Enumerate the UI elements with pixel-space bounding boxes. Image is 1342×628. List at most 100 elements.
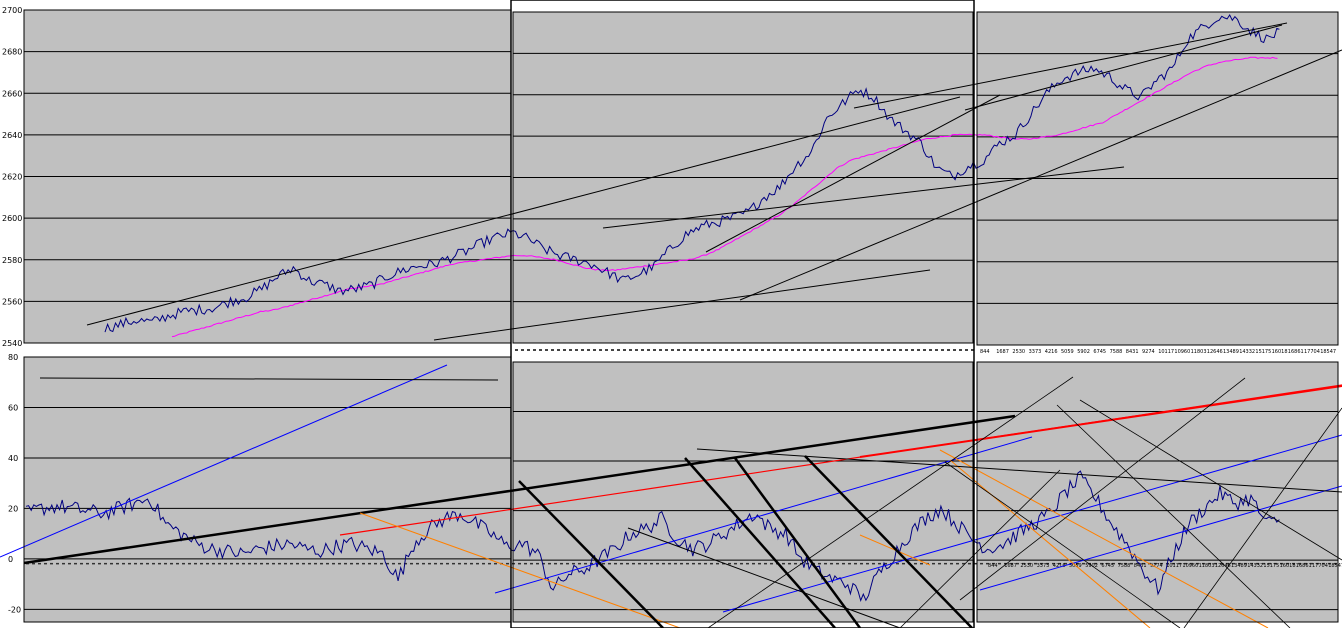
top-x-tick-mark [749, 349, 752, 351]
top-x-tick-mark [881, 349, 884, 351]
bottom-x-tick-mark [266, 562, 269, 565]
bottom-x-tick-mark [764, 562, 767, 565]
top-x-tick-label: 1687 [996, 349, 1009, 355]
bottom-x-tick-mark [92, 562, 95, 565]
top-y-tick-label: 2560 [2, 297, 22, 306]
top-x-tick-mark [743, 349, 746, 351]
top-x-tick-label: 17704 [1304, 349, 1320, 355]
bottom-x-tick-mark [356, 562, 359, 565]
bottom-x-tick-mark [200, 562, 203, 565]
bottom-x-tick-mark [818, 562, 821, 565]
top-x-tick-mark [533, 349, 536, 351]
bottom-x-tick-mark [794, 562, 797, 565]
bottom-x-tick-mark [56, 562, 59, 565]
bottom-x-tick-mark [260, 562, 263, 565]
bottom-x-tick-mark [122, 562, 125, 565]
bottom-x-tick-mark [896, 562, 899, 565]
bottom-x-tick-mark [686, 562, 689, 565]
bottom-chart-panel-3 [976, 361, 1339, 623]
bottom-x-tick-mark [176, 562, 179, 565]
top-x-tick-mark [719, 349, 722, 351]
top-x-tick-mark [959, 349, 962, 351]
top-x-tick-mark [623, 349, 626, 351]
bottom-x-tick-label: 7588 [1118, 563, 1131, 569]
bottom-x-tick-mark [80, 562, 83, 565]
top-x-tick-mark [917, 349, 920, 351]
bottom-x-tick-mark [236, 562, 239, 565]
bottom-x-tick-mark [692, 562, 695, 565]
bottom-x-tick-mark [488, 562, 491, 565]
bottom-x-tick-mark [860, 562, 863, 565]
top-x-tick-mark [551, 349, 554, 351]
top-x-tick-label: 3373 [1029, 349, 1042, 355]
bottom-x-tick-mark [560, 562, 563, 565]
top-x-tick-mark [815, 349, 818, 351]
bottom-x-tick-label: 16861 [1296, 563, 1312, 569]
bottom-x-tick-mark [698, 562, 701, 565]
top-x-tick-mark [863, 349, 866, 351]
top-x-tick-mark [707, 349, 710, 351]
top-x-tick-mark [611, 349, 614, 351]
top-x-tick-label: 6745 [1093, 349, 1106, 355]
bottom-x-tick-mark [206, 562, 209, 565]
top-y-tick-label: 2620 [2, 173, 22, 182]
bottom-x-tick-mark [476, 562, 479, 565]
bottom-x-tick-mark [254, 562, 257, 565]
bottom-x-tick-mark [494, 562, 497, 565]
top-x-tick-mark [869, 349, 872, 351]
bottom-x-tick-mark [188, 562, 191, 565]
top-x-tick-mark [923, 349, 926, 351]
bottom-x-tick-mark [482, 562, 485, 565]
bottom-x-tick-label: 10117 [1166, 563, 1182, 569]
top-x-tick-label: 16018 [1272, 349, 1288, 355]
bottom-x-tick-label: 13489 [1231, 563, 1247, 569]
bottom-x-tick-mark [446, 562, 449, 565]
bottom-x-tick-mark [374, 562, 377, 565]
top-x-tick-mark [545, 349, 548, 351]
top-x-tick-label: 7588 [1110, 349, 1123, 355]
bottom-x-tick-mark [674, 562, 677, 565]
top-x-tick-mark [773, 349, 776, 351]
bottom-x-tick-mark [38, 562, 41, 565]
top-x-tick-label: 14332 [1239, 349, 1255, 355]
top-x-tick-mark [839, 349, 842, 351]
bottom-x-tick-mark [728, 562, 731, 565]
top-x-tick-mark [689, 349, 692, 351]
bottom-x-tick-mark [422, 562, 425, 565]
bottom-x-tick-mark [50, 562, 53, 565]
top-x-tick-mark [857, 349, 860, 351]
bottom-x-tick-label: 11803 [1199, 563, 1215, 569]
top-x-tick-mark [617, 349, 620, 351]
bottom-x-tick-mark [314, 562, 317, 565]
top-x-tick-mark [659, 349, 662, 351]
top-x-tick-mark [797, 349, 800, 351]
top-x-tick-mark [947, 349, 950, 351]
bottom-x-tick-mark [416, 562, 419, 565]
bottom-x-tick-mark [452, 562, 455, 565]
bottom-x-tick-mark [830, 562, 833, 565]
bottom-x-tick-mark [752, 562, 755, 565]
bottom-x-tick-mark [980, 562, 983, 565]
bottom-y-tick-label: -20 [8, 605, 21, 614]
top-y-tick-label: 2580 [2, 256, 22, 265]
bottom-x-tick-mark [620, 562, 623, 565]
bottom-x-tick-mark [212, 562, 215, 565]
bottom-x-tick-mark [272, 562, 275, 565]
top-x-tick-mark [527, 349, 530, 351]
bottom-x-tick-mark [248, 562, 251, 565]
bottom-x-tick-mark [848, 562, 851, 565]
bottom-x-tick-mark [872, 562, 875, 565]
bottom-x-tick-mark [824, 562, 827, 565]
top-x-tick-mark [557, 349, 560, 351]
bottom-x-tick-mark [362, 562, 365, 565]
top-y-tick-label: 2540 [2, 339, 22, 348]
top-x-tick-mark [761, 349, 764, 351]
top-x-tick-mark [605, 349, 608, 351]
bottom-x-tick-mark [380, 562, 383, 565]
top-x-tick-mark [725, 349, 728, 351]
top-x-tick-mark [635, 349, 638, 351]
top-x-tick-label: 4216 [1045, 349, 1058, 355]
bottom-x-tick-mark [68, 562, 71, 565]
top-x-tick-mark [587, 349, 590, 351]
top-x-tick-mark [563, 349, 566, 351]
